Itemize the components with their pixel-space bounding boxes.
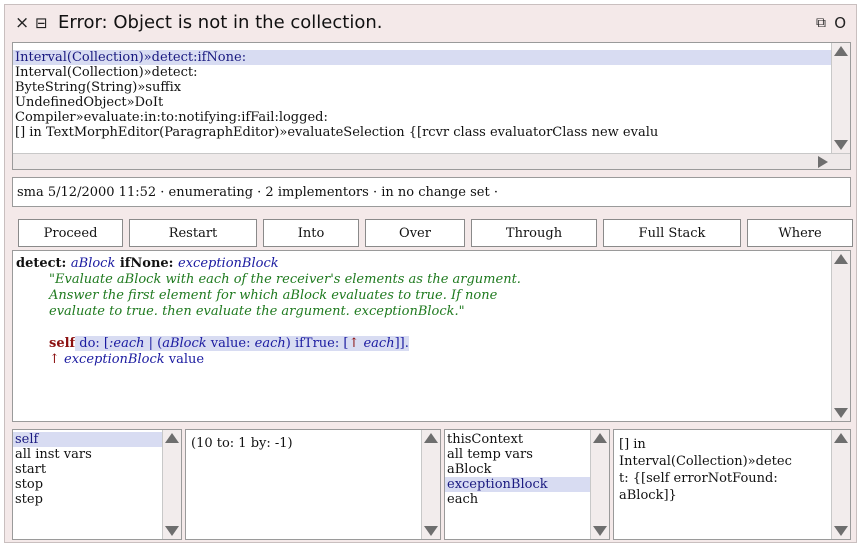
method-comment: evaluate to true. then evaluate the argu…: [49, 304, 465, 319]
method-info-bar: sma 5/12/2000 11:52 · enumerating · 2 im…: [12, 177, 851, 207]
source-vertical-scrollbar[interactable]: [831, 251, 850, 421]
scroll-down-icon[interactable]: [424, 526, 438, 536]
context-field[interactable]: aBlock: [445, 462, 590, 477]
return-statement: ↑ exceptionBlock value: [49, 352, 205, 367]
restart-button[interactable]: Restart: [129, 219, 257, 247]
receiver-field[interactable]: all inst vars: [13, 447, 162, 462]
stack-frame[interactable]: ByteString(String)»suffix: [13, 80, 831, 95]
scroll-down-icon[interactable]: [165, 526, 179, 536]
where-button[interactable]: Where: [747, 219, 853, 247]
method-comment: Answer the first element for which aBloc…: [49, 288, 498, 303]
through-button[interactable]: Through: [471, 219, 597, 247]
context-field[interactable]: exceptionBlock: [445, 477, 590, 492]
expand-icon[interactable]: O: [834, 14, 846, 32]
context-field[interactable]: each: [445, 492, 590, 507]
debugger-window: × ⊟ Error: Object is not in the collecti…: [4, 4, 857, 543]
title-bar[interactable]: × ⊟ Error: Object is not in the collecti…: [5, 5, 856, 39]
into-button[interactable]: Into: [263, 219, 359, 247]
receiver-value-pane[interactable]: (10 to: 1 by: -1): [185, 429, 441, 540]
scroll-up-icon[interactable]: [834, 46, 848, 56]
window-title: Error: Object is not in the collection.: [58, 12, 383, 33]
over-button[interactable]: Over: [365, 219, 465, 247]
context-field[interactable]: thisContext: [445, 432, 590, 447]
scroll-up-icon[interactable]: [834, 254, 848, 264]
stack-frame[interactable]: Interval(Collection)»detect:: [13, 65, 831, 80]
stack-frame[interactable]: UndefinedObject»DoIt: [13, 95, 831, 110]
close-icon[interactable]: ×: [15, 13, 29, 33]
stack-vertical-scrollbar[interactable]: [831, 43, 850, 153]
scroll-right-icon[interactable]: [818, 156, 828, 168]
scroll-down-icon[interactable]: [834, 526, 848, 536]
receiver-field-list[interactable]: self all inst vars start stop step: [12, 429, 182, 540]
source-code-pane[interactable]: detect: aBlock ifNone: exceptionBlock "E…: [12, 250, 851, 422]
scroll-up-icon[interactable]: [593, 433, 607, 443]
context-field-list[interactable]: thisContext all temp vars aBlock excepti…: [444, 429, 610, 540]
method-info-text: sma 5/12/2000 11:52 · enumerating · 2 im…: [17, 185, 498, 200]
receiver-field[interactable]: start: [13, 462, 162, 477]
stack-list[interactable]: Interval(Collection)»detect:ifNone: Inte…: [12, 42, 851, 170]
scroll-down-icon[interactable]: [593, 526, 607, 536]
context-value-scrollbar[interactable]: [831, 430, 850, 539]
receiver-field[interactable]: stop: [13, 477, 162, 492]
context-value-line: t: {[self errorNotFound:: [619, 471, 778, 486]
context-value-line: aBlock]}: [619, 488, 677, 503]
context-value-line: [] in: [619, 437, 646, 452]
highlighted-statement: self do: [:each | (aBlock value: each) i…: [49, 336, 409, 351]
proceed-button[interactable]: Proceed: [18, 219, 123, 247]
receiver-field[interactable]: step: [13, 492, 162, 507]
method-signature: detect: aBlock ifNone: exceptionBlock: [16, 256, 279, 271]
receiver-list-scrollbar[interactable]: [162, 430, 181, 539]
context-list-scrollbar[interactable]: [590, 430, 609, 539]
scroll-down-icon[interactable]: [834, 140, 848, 150]
full-stack-button[interactable]: Full Stack: [603, 219, 741, 247]
stack-frame[interactable]: Compiler»evaluate:in:to:notifying:ifFail…: [13, 110, 831, 125]
stack-frame[interactable]: Interval(Collection)»detect:ifNone:: [13, 50, 831, 65]
context-value-pane[interactable]: [] in Interval(Collection)»detec t: {[se…: [613, 429, 851, 540]
stack-horizontal-scrollbar[interactable]: [13, 153, 850, 169]
debugger-button-bar: Proceed Restart Into Over Through Full S…: [13, 219, 853, 249]
scroll-down-icon[interactable]: [834, 408, 848, 418]
context-field[interactable]: all temp vars: [445, 447, 590, 462]
receiver-value-text: (10 to: 1 by: -1): [191, 436, 293, 451]
context-value-line: Interval(Collection)»detec: [619, 454, 792, 469]
scroll-up-icon[interactable]: [424, 433, 438, 443]
receiver-field[interactable]: self: [13, 432, 162, 447]
method-comment: "Evaluate aBlock with each of the receiv…: [49, 272, 521, 287]
scroll-up-icon[interactable]: [165, 433, 179, 443]
collapse-icon[interactable]: ⧉: [816, 15, 826, 31]
stack-frame[interactable]: [] in TextMorphEditor(ParagraphEditor)»e…: [13, 125, 831, 140]
receiver-value-scrollbar[interactable]: [421, 430, 440, 539]
window-menu-icon[interactable]: ⊟: [35, 14, 48, 32]
scroll-up-icon[interactable]: [834, 433, 848, 443]
